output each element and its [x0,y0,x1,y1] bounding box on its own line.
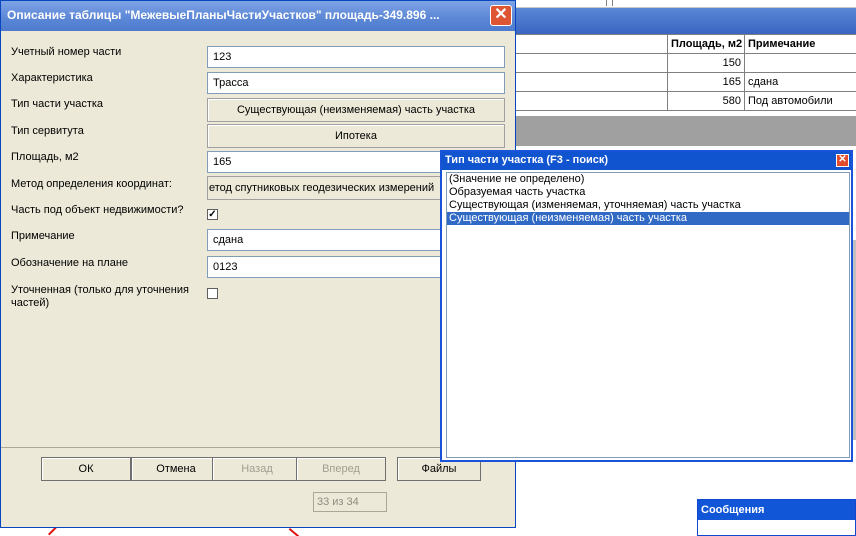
popup-title[interactable]: Тип части участка (F3 - поиск) [442,152,851,170]
refined-checkbox[interactable] [207,288,218,299]
table-row[interactable]: 580 Под автомобили [514,91,856,111]
background-blue-bar [514,8,856,34]
dialog-titlebar[interactable]: Описание таблицы "МежевыеПланыЧастиУчаст… [1,1,515,31]
background-table: Площадь, м2 Примечание 150 165 сдана 580… [514,34,856,116]
real-estate-part-label: Часть под объект недвижимости? [11,204,184,216]
close-icon[interactable]: ✕ [490,5,512,26]
cancel-button[interactable]: Отмена [131,457,221,481]
background-gray-area [514,116,856,146]
table-header-note[interactable]: Примечание [744,34,856,54]
table-cell[interactable] [514,53,668,73]
close-icon[interactable]: ✕ [836,154,849,167]
table-cell-note[interactable]: сдана [744,72,856,92]
note-label: Примечание [11,230,75,242]
map-line-decoration [288,528,300,536]
table-cell[interactable] [514,91,668,111]
table-header-empty [514,34,668,54]
dialog-title: Описание таблицы "МежевыеПланыЧастиУчаст… [7,8,440,22]
part-type-select[interactable]: Существующая (неизменяемая) часть участк… [207,98,505,122]
back-button[interactable]: Назад [212,457,302,481]
list-item-selected[interactable]: Существующая (неизменяемая) часть участк… [447,212,849,225]
table-row[interactable]: 150 [514,53,856,73]
dialog-separator [1,447,515,448]
servitude-type-select[interactable]: Ипотека [207,124,505,148]
table-cell-area[interactable]: 150 [667,53,745,73]
list-item[interactable]: Образуемая часть участка [447,186,849,199]
account-number-input[interactable]: 123 [207,46,505,68]
table-cell-note[interactable]: Под автомобили [744,91,856,111]
forward-button[interactable]: Вперед [296,457,386,481]
table-cell-note[interactable] [744,53,856,73]
table-cell-area[interactable]: 165 [667,72,745,92]
list-item[interactable]: Существующая (изменяемая, уточняемая) ча… [447,199,849,212]
account-number-label: Учетный номер части [11,46,122,58]
list-item[interactable]: (Значение не определено) [447,173,849,186]
messages-window[interactable]: Сообщения [697,499,856,536]
record-counter: 33 из 34 [313,492,387,512]
part-type-popup: Тип части участка (F3 - поиск) ✕ (Значен… [440,150,853,462]
coord-method-label: Метод определения координат: [11,178,172,190]
plan-designation-label: Обозначение на плане [11,257,129,269]
table-cell[interactable] [514,72,668,92]
refined-label: Уточненная (только для уточнения частей) [11,284,189,309]
ok-button[interactable]: ОК [41,457,131,481]
table-header-row: Площадь, м2 Примечание [514,34,856,54]
background-column-divider [612,0,613,6]
part-type-label: Тип части участка [11,98,104,110]
background-column-divider [606,0,607,6]
characteristic-input[interactable]: Трасса [207,72,505,94]
messages-window-title[interactable]: Сообщения [698,500,855,520]
characteristic-label: Характеристика [11,72,93,84]
servitude-type-label: Тип сервитута [11,125,84,137]
part-type-list[interactable]: (Значение не определено) Образуемая част… [446,172,850,458]
table-description-dialog: Описание таблицы "МежевыеПланыЧастиУчаст… [0,0,516,528]
table-cell-area[interactable]: 580 [667,91,745,111]
area-label: Площадь, м2 [11,151,79,163]
table-header-area[interactable]: Площадь, м2 [667,34,745,54]
table-row[interactable]: 165 сдана [514,72,856,92]
real-estate-part-checkbox[interactable]: ✓ [207,209,218,220]
